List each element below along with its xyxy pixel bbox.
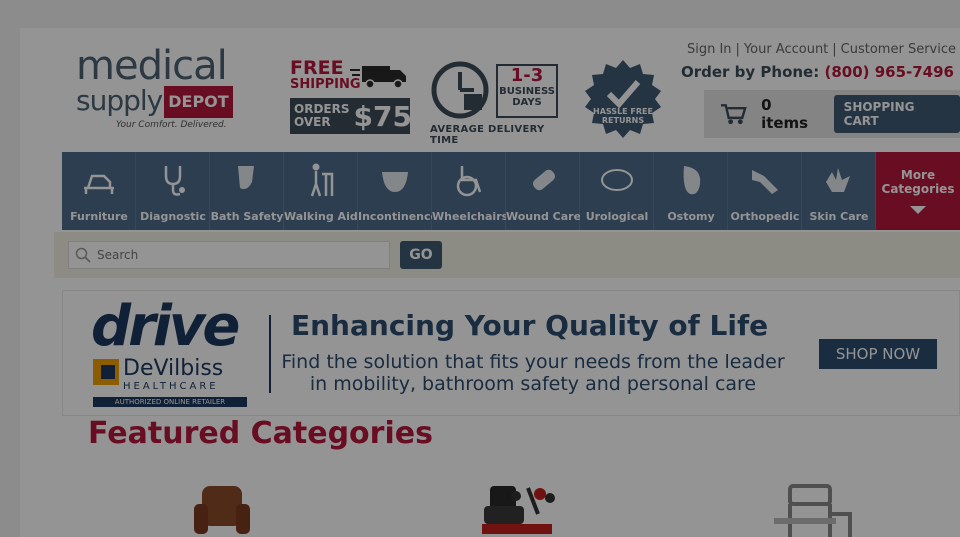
banner-headline: Enhancing Your Quality of Life xyxy=(291,309,769,342)
logo-depot: DEPOT xyxy=(164,86,233,118)
search-input[interactable] xyxy=(97,248,377,262)
phone-label: Order by Phone: xyxy=(680,63,820,81)
business-days-box: 1-3 BUSINESS DAYS xyxy=(496,64,558,118)
bed-icon xyxy=(84,174,114,194)
hassle-free-returns-badge: HASSLE FREE RETURNS xyxy=(585,60,661,138)
ostomy-bag-icon xyxy=(683,166,701,195)
devilbiss-logo: DeVilbiss HEALTHCARE AUTHORIZED ONLINE R… xyxy=(93,357,247,411)
nav-label: Urological xyxy=(585,210,649,223)
search-icon xyxy=(75,247,91,263)
nav-label: Orthopedic xyxy=(730,210,800,223)
top-links: Sign In | Your Account | Customer Service xyxy=(687,42,956,57)
nav-label: Ostomy xyxy=(667,210,715,223)
site-logo[interactable]: medical supply DEPOT Your Comfort. Delive… xyxy=(76,46,256,138)
nav-item-skin-care[interactable]: Skin Care xyxy=(802,152,876,230)
stethoscope-icon xyxy=(164,166,185,196)
category-nav: Furniture Diagnostic Bath Safety Walking… xyxy=(62,152,960,230)
nav-item-incontinence[interactable]: Incontinence xyxy=(358,152,432,230)
go-button[interactable]: GO xyxy=(400,241,442,269)
nav-item-wound-care[interactable]: Wound Care xyxy=(506,152,580,230)
page: medical supply DEPOT Your Comfort. Delive… xyxy=(20,28,960,537)
sign-in-link[interactable]: Sign In xyxy=(687,42,732,57)
authorized-retailer-label: AUTHORIZED ONLINE RETAILER xyxy=(93,397,247,407)
drive-logo: drive xyxy=(91,294,240,359)
nav-label: Diagnostic xyxy=(140,210,206,223)
average-delivery-label: AVERAGE DELIVERY TIME xyxy=(430,124,545,146)
nav-item-orthopedic[interactable]: Orthopedic xyxy=(728,152,802,230)
nav-item-ostomy[interactable]: Ostomy xyxy=(654,152,728,230)
logo-line1: medical xyxy=(76,43,228,89)
walker-icon xyxy=(310,163,334,197)
nav-label: Skin Care xyxy=(809,210,869,223)
more-categories-label: More Categories xyxy=(881,168,955,196)
customer-service-link[interactable]: Customer Service xyxy=(841,42,956,57)
featured-categories-title: Featured Categories xyxy=(88,416,433,451)
nav-item-diagnostic[interactable]: Diagnostic xyxy=(136,152,210,230)
devilbiss-mark-icon xyxy=(93,359,119,385)
days-label: BUSINESS DAYS xyxy=(499,86,555,108)
wheelchair-icon xyxy=(456,166,482,197)
banner-subline-2: in mobility, bathroom safety and persona… xyxy=(309,373,757,395)
banner-divider xyxy=(269,315,271,393)
orders-amount: $75 xyxy=(353,99,412,133)
logo-line2: supply DEPOT xyxy=(76,86,256,118)
transfer-bench-image[interactable] xyxy=(760,484,860,537)
nav-label: Bath Safety xyxy=(210,210,284,223)
glove-icon xyxy=(826,168,850,192)
truck-icon xyxy=(350,66,406,89)
diaper-icon xyxy=(382,172,408,192)
chevron-down-icon xyxy=(910,206,926,214)
nav-label: Walking Aids xyxy=(284,210,358,223)
logo-supply: supply xyxy=(76,84,163,117)
banner-subline: Find the solution that fits your needs f… xyxy=(279,351,787,395)
cart-panel: 0 items SHOPPING CART xyxy=(704,90,960,138)
nav-label: Wound Care xyxy=(506,210,580,223)
free-shipping-badge: FREE SHIPPING ORDERS OVER $75 xyxy=(290,58,412,136)
cart-icon[interactable] xyxy=(720,102,747,126)
orders-over-box: ORDERS OVER $75 xyxy=(290,98,412,134)
svg-text:HASSLE FREE: HASSLE FREE xyxy=(593,107,653,116)
nav-item-wheelchairs[interactable]: Wheelchairs xyxy=(432,152,506,230)
recliner-chair-image[interactable] xyxy=(190,484,260,537)
search-bar: GO xyxy=(54,232,960,278)
orders-over-label: ORDERS OVER xyxy=(294,102,350,129)
link-separator: | xyxy=(832,42,837,57)
phone-number[interactable]: (800) 965-7496 xyxy=(824,63,954,81)
search-box xyxy=(68,241,390,269)
nav-label: Furniture xyxy=(70,210,128,223)
nav-item-urological[interactable]: Urological xyxy=(580,152,654,230)
shop-now-button[interactable]: SHOP NOW xyxy=(819,339,937,369)
link-separator: | xyxy=(735,42,740,57)
banner-subline-1: Find the solution that fits your needs f… xyxy=(281,351,785,373)
nav-item-furniture[interactable]: Furniture xyxy=(62,152,136,230)
more-categories-button[interactable]: More Categories xyxy=(876,152,960,230)
order-phone: Order by Phone: (800) 965-7496 xyxy=(681,63,954,81)
nav-label: Wheelchairs xyxy=(432,210,506,223)
promo-banner[interactable]: drive DeVilbiss HEALTHCARE AUTHORIZED ON… xyxy=(62,290,960,416)
your-account-link[interactable]: Your Account xyxy=(744,42,828,57)
logo-tagline: Your Comfort. Delivered. xyxy=(116,120,227,130)
catheter-icon xyxy=(601,169,633,191)
clock-icon xyxy=(431,61,489,119)
bath-icon xyxy=(238,166,254,190)
nav-item-walking-aids[interactable]: Walking Aids xyxy=(284,152,358,230)
nav-item-bath-safety[interactable]: Bath Safety xyxy=(210,152,284,230)
cart-item-count[interactable]: 0 items xyxy=(761,96,822,132)
days-number: 1-3 xyxy=(510,65,544,86)
nav-label: Incontinence xyxy=(358,210,432,223)
brace-icon xyxy=(752,170,778,194)
shopping-cart-button[interactable]: SHOPPING CART xyxy=(833,95,960,133)
delivery-time-badge: 1-3 BUSINESS DAYS AVERAGE DELIVERY TIME xyxy=(430,60,570,146)
bandage-icon xyxy=(532,169,556,191)
mobility-scooter-image[interactable] xyxy=(468,484,568,537)
svg-text:RETURNS: RETURNS xyxy=(602,116,644,125)
